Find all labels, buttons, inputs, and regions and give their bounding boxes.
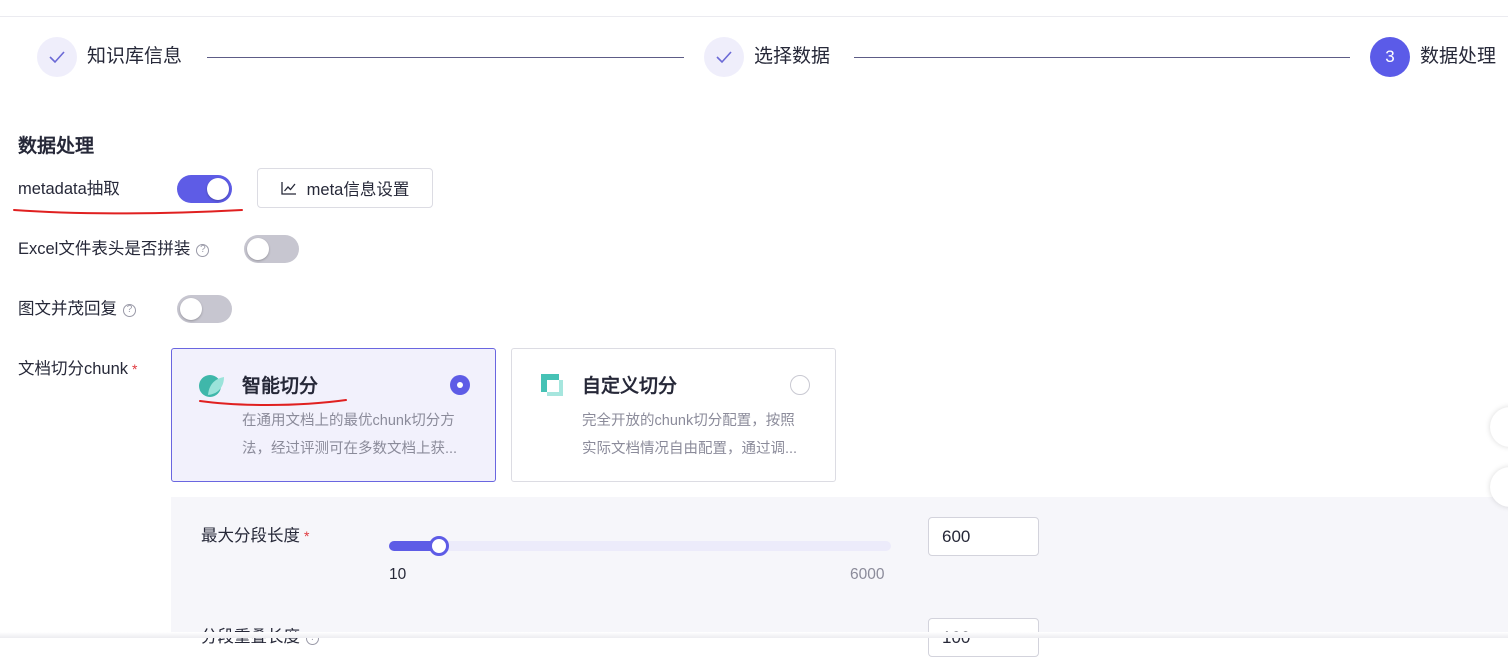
step-1-label: 知识库信息: [87, 46, 183, 67]
excel-header-label: Excel文件表头是否拼装?: [18, 238, 210, 260]
max-length-input[interactable]: 600: [928, 517, 1039, 556]
required-mark: *: [304, 528, 310, 544]
smart-chunk-title: 智能切分: [242, 376, 319, 397]
step-1-check-icon: [37, 37, 77, 77]
custom-chunk-card[interactable]: 自定义切分 完全开放的chunk切分配置，按照 实际文档情况自由配置，通过调..…: [511, 348, 836, 482]
toggle-knob: [247, 238, 269, 260]
image-text-reply-toggle[interactable]: [177, 295, 232, 323]
section-title: 数据处理: [18, 136, 95, 157]
help-icon[interactable]: ?: [123, 303, 136, 317]
metadata-toggle[interactable]: [177, 175, 232, 203]
max-length-label: 最大分段长度 *: [201, 527, 310, 545]
slider-max-label: 6000: [850, 566, 885, 583]
chunk-config-panel: [171, 497, 1508, 638]
step-2-check-icon: [704, 37, 744, 77]
custom-chunk-title: 自定义切分: [582, 376, 678, 397]
toggle-knob: [180, 298, 202, 320]
custom-chunk-radio[interactable]: [790, 375, 810, 395]
required-mark: *: [132, 361, 138, 377]
metadata-label: metadata抽取: [18, 180, 120, 198]
line-chart-icon: [281, 182, 296, 195]
custom-split-icon: [541, 374, 563, 396]
excel-header-toggle[interactable]: [244, 235, 299, 263]
meta-settings-label: meta信息设置: [306, 181, 410, 199]
smart-chunk-radio[interactable]: [450, 375, 470, 395]
bottom-edge-shadow: [0, 632, 1508, 638]
smart-split-icon: [199, 375, 224, 397]
step-3-label: 数据处理: [1420, 46, 1497, 67]
step-3-number: 3: [1370, 37, 1410, 77]
smart-chunk-card[interactable]: 智能切分 在通用文档上的最优chunk切分方 法，经过评测可在多数文档上获...: [171, 348, 496, 482]
step-connector-1: [207, 57, 684, 58]
step-connector-2: [854, 57, 1350, 58]
annotation-underline-smart: [199, 399, 347, 406]
floating-action-1[interactable]: [1490, 407, 1508, 447]
smart-chunk-description: 在通用文档上的最优chunk切分方 法，经过评测可在多数文档上获...: [242, 413, 458, 457]
top-divider: [0, 16, 1508, 17]
image-text-reply-label: 图文并茂回复?: [18, 298, 136, 320]
chunk-label: 文档切分chunk *: [18, 360, 138, 378]
max-length-slider-handle[interactable]: [429, 536, 449, 556]
step-2-label: 选择数据: [754, 46, 831, 67]
toggle-knob: [207, 178, 229, 200]
help-icon[interactable]: ?: [196, 243, 210, 257]
annotation-underline-metadata: [13, 209, 243, 215]
slider-min-label: 10: [389, 566, 407, 583]
custom-chunk-description: 完全开放的chunk切分配置，按照 实际文档情况自由配置，通过调...: [582, 413, 798, 457]
meta-settings-button[interactable]: meta信息设置: [257, 168, 433, 208]
max-length-slider-track[interactable]: [389, 541, 891, 551]
